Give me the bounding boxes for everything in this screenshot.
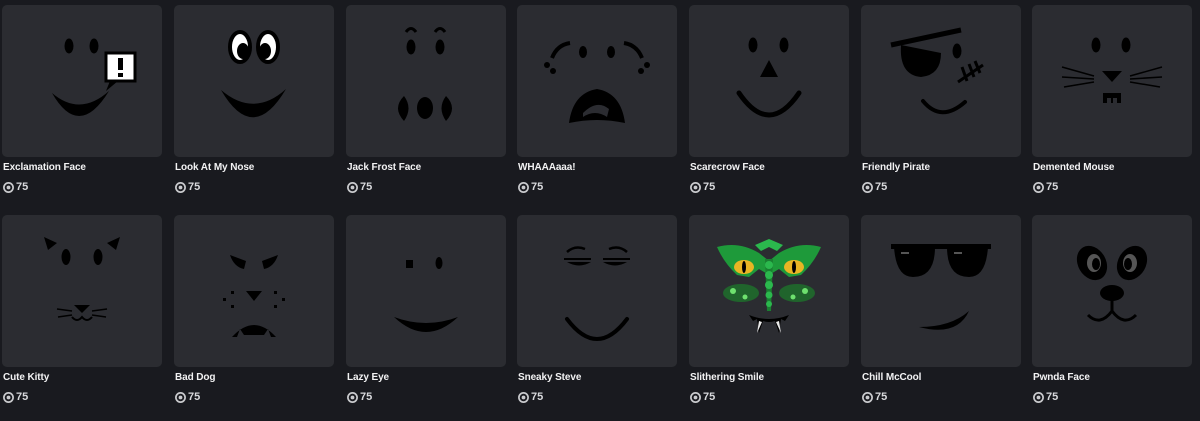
item-price: 75 xyxy=(3,180,28,194)
item-thumbnail[interactable] xyxy=(1032,215,1192,367)
item-thumbnail[interactable] xyxy=(517,5,677,157)
item-name[interactable]: Lazy Eye xyxy=(347,372,389,383)
item-thumbnail[interactable] xyxy=(2,5,162,157)
item-name[interactable]: Chill McCool xyxy=(862,372,921,383)
item-name[interactable]: Friendly Pirate xyxy=(862,162,930,173)
item-thumbnail[interactable] xyxy=(346,215,506,367)
item-price: 75 xyxy=(175,180,200,194)
item-card-friendly-pirate[interactable]: Friendly Pirate 75 xyxy=(861,5,1023,210)
robux-icon xyxy=(1033,391,1044,403)
item-thumbnail[interactable] xyxy=(689,5,849,157)
item-card-exclamation-face[interactable]: Exclamation Face 75 xyxy=(2,5,164,210)
item-card-pwnda-face[interactable]: Pwnda Face 75 xyxy=(1032,215,1194,420)
item-name[interactable]: Pwnda Face xyxy=(1033,372,1090,383)
look-at-my-nose-icon xyxy=(221,30,286,118)
price-amount: 75 xyxy=(703,391,716,403)
item-thumbnail[interactable] xyxy=(517,215,677,367)
price-amount: 75 xyxy=(531,391,544,403)
item-name[interactable]: Scarecrow Face xyxy=(690,162,765,173)
item-name[interactable]: Bad Dog xyxy=(175,372,216,383)
robux-icon xyxy=(518,181,529,193)
item-thumbnail[interactable] xyxy=(1032,5,1192,157)
item-thumbnail[interactable] xyxy=(346,5,506,157)
price-amount: 75 xyxy=(1046,181,1059,193)
price-amount: 75 xyxy=(360,391,373,403)
item-name[interactable]: WHAAAaaa! xyxy=(518,162,576,173)
whaaaaaa-face-icon xyxy=(544,41,650,123)
item-price: 75 xyxy=(690,390,715,404)
item-card-chill-mccool[interactable]: Chill McCool 75 xyxy=(861,215,1023,420)
item-price: 75 xyxy=(518,390,543,404)
robux-icon xyxy=(690,181,701,193)
item-card-lazy-eye[interactable]: Lazy Eye 75 xyxy=(346,215,508,420)
lazy-eye-icon xyxy=(394,257,458,332)
item-card-whaaaaaa[interactable]: WHAAAaaa! 75 xyxy=(517,5,679,210)
item-card-slithering-smile[interactable]: Slithering Smile 75 xyxy=(689,215,851,420)
item-price: 75 xyxy=(690,180,715,194)
item-price: 75 xyxy=(347,180,372,194)
item-card-bad-dog[interactable]: Bad Dog 75 xyxy=(174,215,336,420)
price-amount: 75 xyxy=(188,181,201,193)
item-price: 75 xyxy=(347,390,372,404)
robux-icon xyxy=(1033,181,1044,193)
item-name[interactable]: Slithering Smile xyxy=(690,372,764,383)
robux-icon xyxy=(3,391,14,403)
item-thumbnail[interactable] xyxy=(174,5,334,157)
price-amount: 75 xyxy=(531,181,544,193)
slithering-smile-icon xyxy=(717,239,821,333)
item-card-look-at-my-nose[interactable]: Look At My Nose 75 xyxy=(174,5,336,210)
item-thumbnail[interactable] xyxy=(2,215,162,367)
price-amount: 75 xyxy=(703,181,716,193)
chill-mccool-icon xyxy=(891,244,991,330)
catalog-grid: Exclamation Face 75 Look At My Nose 75 J… xyxy=(0,0,1200,421)
item-price: 75 xyxy=(1033,180,1058,194)
item-card-demented-mouse[interactable]: Demented Mouse 75 xyxy=(1032,5,1194,210)
item-price: 75 xyxy=(175,390,200,404)
sneaky-steve-icon xyxy=(564,246,630,341)
robux-icon xyxy=(862,181,873,193)
price-amount: 75 xyxy=(188,391,201,403)
price-amount: 75 xyxy=(1046,391,1059,403)
scarecrow-face-icon xyxy=(736,37,802,118)
item-card-jack-frost-face[interactable]: Jack Frost Face 75 xyxy=(346,5,508,210)
item-price: 75 xyxy=(862,180,887,194)
pwnda-face-icon xyxy=(1076,245,1148,322)
robux-icon xyxy=(862,391,873,403)
item-card-sneaky-steve[interactable]: Sneaky Steve 75 xyxy=(517,215,679,420)
price-amount: 75 xyxy=(16,181,29,193)
bad-dog-icon xyxy=(223,255,285,337)
item-name[interactable]: Sneaky Steve xyxy=(518,372,581,383)
price-amount: 75 xyxy=(16,391,29,403)
item-price: 75 xyxy=(518,180,543,194)
cute-kitty-icon xyxy=(44,237,120,321)
item-card-cute-kitty[interactable]: Cute Kitty 75 xyxy=(2,215,164,420)
robux-icon xyxy=(347,391,358,403)
item-name[interactable]: Look At My Nose xyxy=(175,162,254,173)
item-card-scarecrow-face[interactable]: Scarecrow Face 75 xyxy=(689,5,851,210)
robux-icon xyxy=(518,391,529,403)
item-thumbnail[interactable] xyxy=(861,215,1021,367)
jack-frost-face-icon xyxy=(398,27,452,121)
item-thumbnail[interactable] xyxy=(861,5,1021,157)
price-amount: 75 xyxy=(875,181,888,193)
item-thumbnail[interactable] xyxy=(689,215,849,367)
item-price: 75 xyxy=(3,390,28,404)
item-name[interactable]: Jack Frost Face xyxy=(347,162,421,173)
friendly-pirate-icon xyxy=(890,27,984,115)
robux-icon xyxy=(347,181,358,193)
robux-icon xyxy=(175,391,186,403)
robux-icon xyxy=(175,181,186,193)
item-price: 75 xyxy=(1033,390,1058,404)
robux-icon xyxy=(690,391,701,403)
item-price: 75 xyxy=(862,390,887,404)
robux-icon xyxy=(3,181,14,193)
item-name[interactable]: Demented Mouse xyxy=(1033,162,1115,173)
demented-mouse-icon xyxy=(1061,37,1163,103)
item-name[interactable]: Cute Kitty xyxy=(3,372,49,383)
price-amount: 75 xyxy=(875,391,888,403)
price-amount: 75 xyxy=(360,181,373,193)
item-name[interactable]: Exclamation Face xyxy=(3,162,86,173)
exclamation-face-icon xyxy=(52,38,137,117)
item-thumbnail[interactable] xyxy=(174,215,334,367)
